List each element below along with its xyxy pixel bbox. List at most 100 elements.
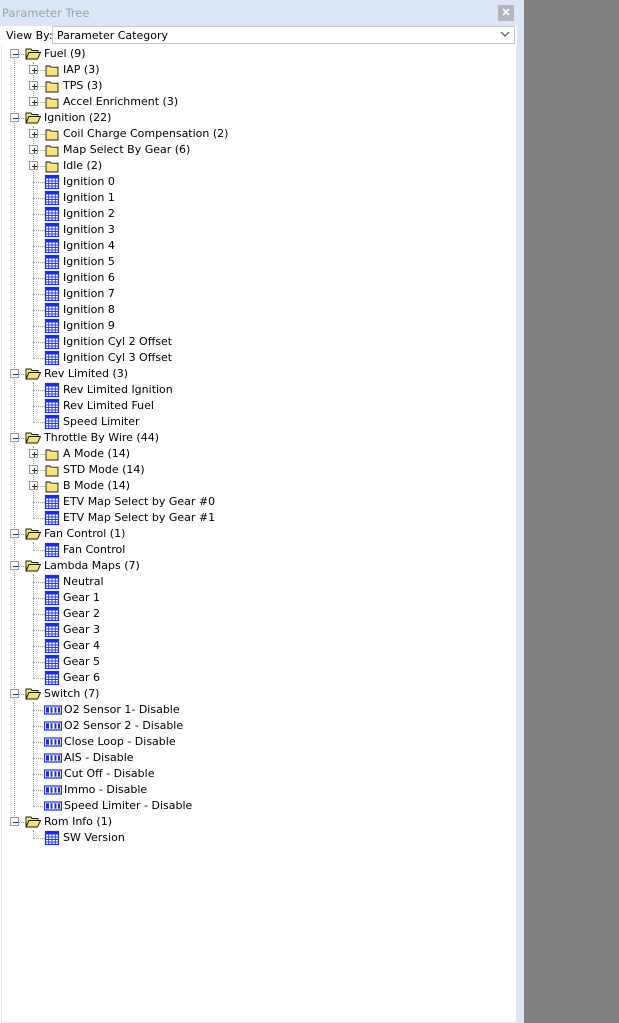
tree-item-ignition-1[interactable]: Ignition 1	[2, 190, 512, 206]
tree-item-rom-info-1[interactable]: Rom Info (1)	[2, 814, 512, 830]
tree-item-idle-2[interactable]: Idle (2)	[2, 158, 512, 174]
tree-item-rev-limited-fuel[interactable]: Rev Limited Fuel	[2, 398, 512, 414]
collapse-icon[interactable]	[10, 113, 19, 122]
tree-item-a-mode-14[interactable]: A Mode (14)	[2, 446, 512, 462]
tree-item-ignition-cyl-2-offset[interactable]: Ignition Cyl 2 Offset	[2, 334, 512, 350]
switch-icon	[43, 718, 63, 734]
tree-item-fan-control[interactable]: Fan Control	[2, 542, 512, 558]
expand-icon[interactable]	[29, 449, 38, 458]
tree-item-map-select-by-gear-6[interactable]: Map Select By Gear (6)	[2, 142, 512, 158]
tree-item-fan-control-1[interactable]: Fan Control (1)	[2, 526, 512, 542]
tree-item-label: Throttle By Wire (44)	[44, 431, 160, 444]
tree-item-label: Immo - Disable	[64, 783, 148, 796]
expand-icon[interactable]	[29, 161, 38, 170]
tree-item-sw-version[interactable]: SW Version	[2, 830, 512, 846]
tree-item-neutral[interactable]: Neutral	[2, 574, 512, 590]
close-icon[interactable]: ×	[498, 5, 514, 21]
tree-item-coil-charge-compensation-2[interactable]: Coil Charge Compensation (2)	[2, 126, 512, 142]
tree-item-label: Lambda Maps (7)	[44, 559, 140, 572]
tree-item-ignition-cyl-3-offset[interactable]: Ignition Cyl 3 Offset	[2, 350, 512, 366]
tree-item-ignition-0[interactable]: Ignition 0	[2, 174, 512, 190]
expand-icon[interactable]	[29, 145, 38, 154]
view-by-select[interactable]: Parameter Category	[52, 26, 515, 44]
table-map-icon	[44, 206, 60, 222]
table-map-icon	[44, 414, 60, 430]
collapse-icon[interactable]	[10, 689, 19, 698]
tree-item-lambda-maps-7[interactable]: Lambda Maps (7)	[2, 558, 512, 574]
tree-item-ignition-9[interactable]: Ignition 9	[2, 318, 512, 334]
expand-icon[interactable]	[29, 65, 38, 74]
tree-item-label: Gear 5	[63, 655, 101, 668]
tree-item-label: Gear 1	[63, 591, 101, 604]
expand-icon[interactable]	[29, 129, 38, 138]
tree-item-o2-sensor-2-disable[interactable]: O2 Sensor 2 - Disable	[2, 718, 512, 734]
collapse-icon[interactable]	[10, 369, 19, 378]
tree-item-ignition-2[interactable]: Ignition 2	[2, 206, 512, 222]
tree-item-etv-map-select-by-gear-1[interactable]: ETV Map Select by Gear #1	[2, 510, 512, 526]
expand-icon[interactable]	[29, 81, 38, 90]
tree-item-ignition-5[interactable]: Ignition 5	[2, 254, 512, 270]
parameter-tree-panel: Parameter Tree × View By: Parameter Cate…	[0, 0, 524, 1023]
tree-item-gear-4[interactable]: Gear 4	[2, 638, 512, 654]
tree-item-ignition-3[interactable]: Ignition 3	[2, 222, 512, 238]
tree-item-ignition-7[interactable]: Ignition 7	[2, 286, 512, 302]
collapse-icon[interactable]	[10, 49, 19, 58]
parameter-tree[interactable]: Fuel (9) IAP (3) TPS (3) Accel Enrichment (…	[1, 46, 517, 1023]
tree-item-std-mode-14[interactable]: STD Mode (14)	[2, 462, 512, 478]
tree-item-label: Ignition 9	[63, 319, 115, 332]
expand-icon[interactable]	[29, 465, 38, 474]
tree-item-immo-disable[interactable]: Immo - Disable	[2, 782, 512, 798]
panel-titlebar[interactable]: Parameter Tree ×	[0, 0, 524, 26]
tree-item-fuel-9[interactable]: Fuel (9)	[2, 46, 512, 62]
table-map-icon	[44, 622, 60, 638]
tree-item-ignition-8[interactable]: Ignition 8	[2, 302, 512, 318]
tree-item-speed-limiter[interactable]: Speed Limiter	[2, 414, 512, 430]
table-map-icon	[44, 574, 60, 590]
tree-item-cut-off-disable[interactable]: Cut Off - Disable	[2, 766, 512, 782]
tree-item-label: Rev Limited Fuel	[63, 399, 154, 412]
tree-item-etv-map-select-by-gear-0[interactable]: ETV Map Select by Gear #0	[2, 494, 512, 510]
tree-item-label: Speed Limiter - Disable	[64, 799, 193, 812]
tree-item-rev-limited-ignition[interactable]: Rev Limited Ignition	[2, 382, 512, 398]
table-map-icon	[44, 174, 60, 190]
tree-item-switch-7[interactable]: Switch (7)	[2, 686, 512, 702]
folder-open-icon	[25, 430, 42, 446]
collapse-icon[interactable]	[10, 817, 19, 826]
collapse-icon[interactable]	[10, 561, 19, 570]
collapse-icon[interactable]	[10, 433, 19, 442]
table-map-icon	[44, 254, 60, 270]
panel-splitter[interactable]	[517, 0, 524, 1023]
table-map-icon	[44, 590, 60, 606]
tree-item-ignition-22[interactable]: Ignition (22)	[2, 110, 512, 126]
tree-item-close-loop-disable[interactable]: Close Loop - Disable	[2, 734, 512, 750]
tree-item-gear-6[interactable]: Gear 6	[2, 670, 512, 686]
tree-item-ignition-4[interactable]: Ignition 4	[2, 238, 512, 254]
table-map-icon	[44, 638, 60, 654]
collapse-icon[interactable]	[10, 529, 19, 538]
tree-item-label: Rev Limited (3)	[44, 367, 129, 380]
tree-item-iap-3[interactable]: IAP (3)	[2, 62, 512, 78]
tree-item-gear-1[interactable]: Gear 1	[2, 590, 512, 606]
tree-item-gear-5[interactable]: Gear 5	[2, 654, 512, 670]
tree-item-throttle-by-wire-44[interactable]: Throttle By Wire (44)	[2, 430, 512, 446]
expand-icon[interactable]	[29, 97, 38, 106]
tree-item-ais-disable[interactable]: AIS - Disable	[2, 750, 512, 766]
switch-icon	[43, 734, 63, 750]
tree-item-speed-limiter-disable[interactable]: Speed Limiter - Disable	[2, 798, 512, 814]
expand-icon[interactable]	[29, 481, 38, 490]
tree-item-label: A Mode (14)	[63, 447, 131, 460]
folder-open-icon	[25, 558, 42, 574]
tree-item-rev-limited-3[interactable]: Rev Limited (3)	[2, 366, 512, 382]
table-map-icon	[44, 654, 60, 670]
folder-open-icon	[25, 686, 42, 702]
tree-item-gear-2[interactable]: Gear 2	[2, 606, 512, 622]
tree-item-tps-3[interactable]: TPS (3)	[2, 78, 512, 94]
tree-item-gear-3[interactable]: Gear 3	[2, 622, 512, 638]
tree-item-label: B Mode (14)	[63, 479, 131, 492]
folder-icon	[44, 158, 60, 174]
tree-item-b-mode-14[interactable]: B Mode (14)	[2, 478, 512, 494]
tree-item-ignition-6[interactable]: Ignition 6	[2, 270, 512, 286]
tree-item-o2-sensor-1-disable[interactable]: O2 Sensor 1- Disable	[2, 702, 512, 718]
view-by-label: View By:	[6, 29, 53, 42]
tree-item-accel-enrichment-3[interactable]: Accel Enrichment (3)	[2, 94, 512, 110]
